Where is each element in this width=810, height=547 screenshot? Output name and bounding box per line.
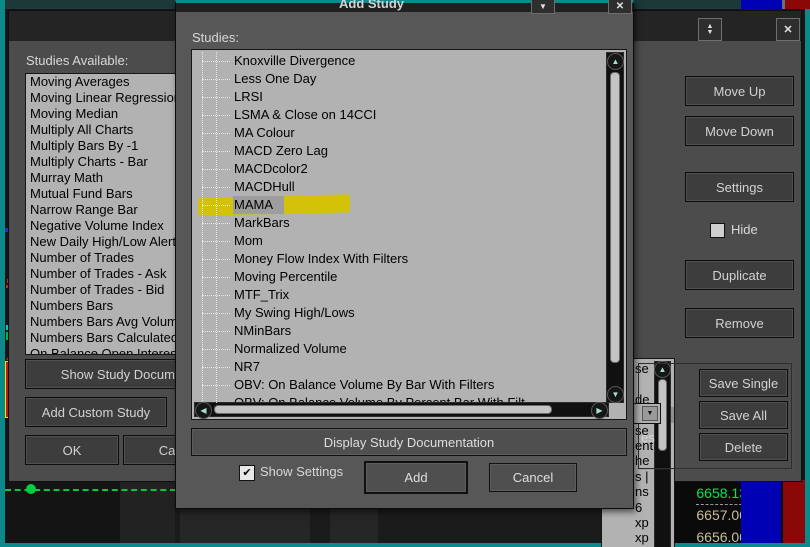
list-item[interactable]: Multiply All Charts [26,122,198,138]
list-item[interactable]: Numbers Bars [26,298,198,314]
show-settings-checkbox[interactable]: ✔ [239,465,255,481]
add-study-titlebar[interactable]: Add Study ▼ ✕ [176,0,633,14]
chart-line-marker-dot [26,484,36,494]
show-settings-label: Show Settings [260,464,344,479]
scroll-up-button[interactable]: ▲ [607,53,624,70]
list-item[interactable]: MACDHull [192,178,607,196]
dom-ask-column [783,480,805,543]
dialog-title: Add Study [339,0,404,11]
list-item[interactable]: NR7 [192,358,607,376]
list-item[interactable]: MACD Zero Lag [192,142,607,160]
list-item[interactable]: Moving Median [26,106,198,122]
remove-button[interactable]: Remove [685,308,794,338]
arrow-right-icon: ▶ [596,405,603,415]
studies-available-list[interactable]: Moving Averages Moving Linear Regression M… [25,73,199,355]
list-item[interactable]: Negative Volume Index [26,218,198,234]
chevron-down-icon: ▼ [539,2,547,11]
close-icon: ✕ [783,24,793,36]
hide-checkbox[interactable] [710,223,725,238]
list-item[interactable]: Numbers Bars Avg Volume [26,314,198,330]
chevron-down-icon: ▼ [611,389,620,399]
scrollbar-thumb[interactable] [610,72,620,363]
price-labels: 6658.13 6657.00 6656.00 [664,482,747,547]
list-item[interactable]: Moving Linear Regression [26,90,198,106]
chart-column-band [330,505,378,543]
chevron-up-icon: ▲ [611,56,620,66]
list-item[interactable]: Number of Trades [26,250,198,266]
scrollbar-thumb[interactable] [214,405,552,414]
list-item[interactable]: Moving Averages [26,74,198,90]
dom-bid-column-top [741,0,782,9]
arrow-left-icon: ◀ [200,405,207,415]
ok-button[interactable]: OK [25,435,119,465]
studies-label: Studies: [192,30,239,45]
window-border-bottom [0,543,810,547]
scroll-right-button[interactable]: ▶ [591,402,608,419]
dropdown-arrow[interactable]: ▼ [642,406,658,421]
cancel-button[interactable]: Cancel [489,463,577,492]
hide-label: Hide [731,222,758,237]
scroll-down-button[interactable]: ▼ [607,386,624,403]
list-item[interactable]: Moving Percentile [192,268,607,286]
collapse-button[interactable]: ▲ ▼ [698,18,722,41]
add-study-dialog: Add Study ▼ ✕ Studies: Knoxville Diverge… [175,0,634,509]
save-single-button[interactable]: Save Single [699,369,788,397]
list-item[interactable]: Knoxville Divergence [192,52,607,70]
list-item[interactable]: Multiply Charts - Bar [26,154,198,170]
list-item[interactable]: Multiply Bars By -1 [26,138,198,154]
close-button[interactable]: ✕ [608,0,632,14]
list-item[interactable]: Mom [192,232,607,250]
chevron-down-icon: ▼ [706,28,714,36]
display-study-documentation-button[interactable]: Display Study Documentation [191,428,627,456]
window-border-left [0,0,5,547]
list-item[interactable]: Normalized Volume [192,340,607,358]
delete-button[interactable]: Delete [699,433,788,461]
list-item[interactable]: MA Colour [192,124,607,142]
close-button[interactable]: ✕ [776,18,800,41]
move-down-button[interactable]: Move Down [685,116,794,146]
scroll-left-button[interactable]: ◀ [195,402,212,419]
list-item[interactable]: Narrow Range Bar [26,202,198,218]
price-label: 6657.00 [696,507,747,523]
collections-label-fragment: es [641,430,655,445]
move-up-button[interactable]: Move Up [685,76,794,106]
studies-available-label: Studies Available: [26,53,129,68]
list-item[interactable]: My Swing High/Lows [192,304,607,322]
add-study-list[interactable]: Knoxville Divergence Less One Day LRSI LSMA… [191,49,627,420]
add-button[interactable]: Add [364,461,468,494]
list-item[interactable]: MarkBars [192,214,607,232]
list-item[interactable]: New Daily High/Low Alert [26,234,198,250]
check-icon: ✔ [242,466,252,479]
list-item[interactable]: Numbers Bars Calculated [26,330,198,346]
list-item[interactable]: Mutual Fund Bars [26,186,198,202]
list-item[interactable]: NMinBars [192,322,607,340]
list-item[interactable]: Less One Day [192,70,607,88]
list-item[interactable]: On Balance Open Interest [26,346,198,354]
list-item[interactable]: LSMA & Close on 14CCI [192,106,607,124]
horizontal-scrollbar[interactable]: ◀ ▶ [194,402,609,419]
duplicate-button[interactable]: Duplicate [685,260,794,290]
chart-window: 6658.13 6657.00 6656.00 ▲ ▼ ✕ Studies Avai… [0,0,810,547]
window-border-right [805,9,810,547]
save-all-button[interactable]: Save All [699,401,788,429]
list-item[interactable]: LRSI [192,88,607,106]
chevron-down-icon: ▼ [646,410,654,417]
dom-ask-column-top [785,0,810,9]
price-label: 6658.13 [664,482,747,505]
vertical-scrollbar[interactable]: ▲ ▼ [606,52,624,403]
list-item[interactable]: Money Flow Index With Filters [192,250,607,268]
collapse-button[interactable]: ▼ [531,0,555,14]
list-item[interactable]: MACDcolor2 [192,160,607,178]
list-item[interactable]: MTF_Trix [192,286,607,304]
add-custom-study-button[interactable]: Add Custom Study [25,397,167,427]
list-item[interactable]: OBV: On Balance Volume By Bar With Filte… [192,376,607,394]
list-item[interactable]: MAMA [192,196,607,214]
dom-bid-column [741,480,781,543]
chart-column-band [180,505,310,543]
list-item[interactable]: Number of Trades - Bid [26,282,198,298]
settings-button[interactable]: Settings [685,172,794,202]
close-icon: ✕ [615,1,625,12]
list-item[interactable]: Number of Trades - Ask [26,266,198,282]
list-item[interactable]: Murray Math [26,170,198,186]
